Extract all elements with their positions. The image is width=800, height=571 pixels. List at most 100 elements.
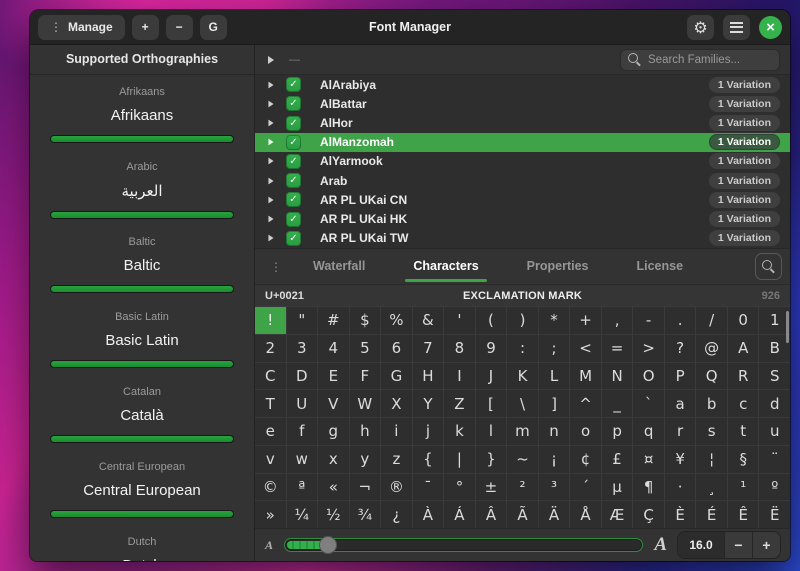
font-family-row[interactable]: ✓Arab1 Variation (255, 171, 790, 190)
expander-icon[interactable] (268, 235, 273, 242)
grid-scrollbar[interactable] (786, 311, 789, 343)
character-cell[interactable]: g (318, 418, 349, 445)
character-cell[interactable]: < (570, 335, 601, 362)
character-cell[interactable]: © (255, 474, 286, 501)
character-cell[interactable]: J (476, 363, 507, 390)
character-cell[interactable]: ¯ (413, 474, 444, 501)
orthography-item[interactable]: AfrikaansAfrikaans (30, 75, 254, 150)
character-cell[interactable]: 0 (728, 307, 759, 334)
character-cell[interactable]: \ (507, 390, 538, 417)
font-family-row[interactable]: ✓AlHor1 Variation (255, 113, 790, 132)
character-cell[interactable]: » (255, 501, 286, 528)
character-cell[interactable]: ¦ (696, 446, 727, 473)
character-cell[interactable]: # (318, 307, 349, 334)
character-cell[interactable]: Ç (633, 501, 664, 528)
font-enabled-checkbox[interactable]: ✓ (286, 192, 301, 207)
expander-icon[interactable] (268, 81, 273, 88)
character-cell[interactable]: h (350, 418, 381, 445)
character-cell[interactable]: D (287, 363, 318, 390)
character-cell[interactable]: N (602, 363, 633, 390)
character-cell[interactable]: ² (507, 474, 538, 501)
character-cell[interactable]: j (413, 418, 444, 445)
font-enabled-checkbox[interactable]: ✓ (286, 135, 301, 150)
character-cell[interactable]: + (570, 307, 601, 334)
character-cell[interactable]: $ (350, 307, 381, 334)
font-enabled-checkbox[interactable]: ✓ (286, 96, 301, 111)
orthography-item[interactable]: CatalanCatalà (30, 375, 254, 450)
character-cell[interactable]: ½ (318, 501, 349, 528)
font-enabled-checkbox[interactable]: ✓ (286, 173, 301, 188)
character-cell[interactable]: x (318, 446, 349, 473)
settings-button[interactable]: ⚙ (687, 15, 714, 40)
expander-icon[interactable] (268, 216, 273, 223)
character-cell[interactable]: I (444, 363, 475, 390)
character-cell[interactable]: u (759, 418, 790, 445)
character-cell[interactable]: c (728, 390, 759, 417)
font-enabled-checkbox[interactable]: ✓ (286, 231, 301, 246)
character-cell[interactable]: ( (476, 307, 507, 334)
font-family-row[interactable]: ✓AR PL UKai HK1 Variation (255, 210, 790, 229)
character-cell[interactable]: ; (539, 335, 570, 362)
character-cell[interactable]: W (350, 390, 381, 417)
character-cell[interactable]: i (381, 418, 412, 445)
size-value[interactable]: 16.0 (678, 532, 724, 558)
expander-icon[interactable] (268, 158, 273, 165)
character-cell[interactable]: z (381, 446, 412, 473)
google-fonts-button[interactable]: G (200, 15, 227, 40)
font-family-row[interactable]: ✓AR PL UKai TW1 Variation (255, 229, 790, 248)
font-family-row[interactable]: ✓AlBattar1 Variation (255, 94, 790, 113)
character-cell[interactable]: ¼ (287, 501, 318, 528)
tab-waterfall[interactable]: Waterfall (313, 249, 365, 284)
character-cell[interactable]: v (255, 446, 286, 473)
character-cell[interactable]: P (665, 363, 696, 390)
character-cell[interactable]: * (539, 307, 570, 334)
character-cell[interactable]: ¤ (633, 446, 664, 473)
character-cell[interactable]: ^ (570, 390, 601, 417)
character-cell[interactable]: , (602, 307, 633, 334)
increase-size-button[interactable]: + (752, 532, 780, 558)
font-enabled-checkbox[interactable]: ✓ (286, 212, 301, 227)
character-cell[interactable]: o (570, 418, 601, 445)
font-enabled-checkbox[interactable]: ✓ (286, 154, 301, 169)
character-cell[interactable]: | (444, 446, 475, 473)
character-cell[interactable]: º (759, 474, 790, 501)
remove-fonts-button[interactable]: − (166, 15, 193, 40)
character-cell[interactable]: ª (287, 474, 318, 501)
character-cell[interactable]: ¸ (696, 474, 727, 501)
add-fonts-button[interactable]: + (132, 15, 159, 40)
character-cell[interactable]: À (413, 501, 444, 528)
character-cell[interactable]: E (318, 363, 349, 390)
character-cell[interactable]: ! (255, 307, 286, 334)
tab-characters[interactable]: Characters (413, 249, 478, 284)
character-cell[interactable]: = (602, 335, 633, 362)
manage-button[interactable]: ⋮ Manage (38, 15, 125, 40)
character-cell[interactable]: V (318, 390, 349, 417)
character-cell[interactable]: { (413, 446, 444, 473)
character-cell[interactable]: ' (444, 307, 475, 334)
character-cell[interactable]: Z (444, 390, 475, 417)
character-cell[interactable]: ¥ (665, 446, 696, 473)
character-cell[interactable]: a (665, 390, 696, 417)
character-cell[interactable]: 5 (350, 335, 381, 362)
character-cell[interactable]: Á (444, 501, 475, 528)
character-cell[interactable]: ` (633, 390, 664, 417)
character-cell[interactable]: @ (696, 335, 727, 362)
character-cell[interactable]: Ê (728, 501, 759, 528)
character-cell[interactable]: H (413, 363, 444, 390)
orthography-item[interactable]: Arabicالعربية (30, 150, 254, 225)
search-families-input[interactable] (620, 49, 780, 71)
character-cell[interactable]: f (287, 418, 318, 445)
character-cell[interactable]: ° (444, 474, 475, 501)
character-cell[interactable]: ¨ (759, 446, 790, 473)
character-cell[interactable]: Â (476, 501, 507, 528)
character-cell[interactable]: ] (539, 390, 570, 417)
character-cell[interactable]: / (696, 307, 727, 334)
expander-icon[interactable] (268, 100, 273, 107)
close-button[interactable]: × (759, 16, 782, 39)
character-cell[interactable]: t (728, 418, 759, 445)
expander-icon[interactable] (268, 197, 273, 204)
character-cell[interactable]: [ (476, 390, 507, 417)
orthography-item[interactable]: Basic LatinBasic Latin (30, 300, 254, 375)
character-cell[interactable]: y (350, 446, 381, 473)
app-menu-button[interactable] (723, 15, 750, 40)
